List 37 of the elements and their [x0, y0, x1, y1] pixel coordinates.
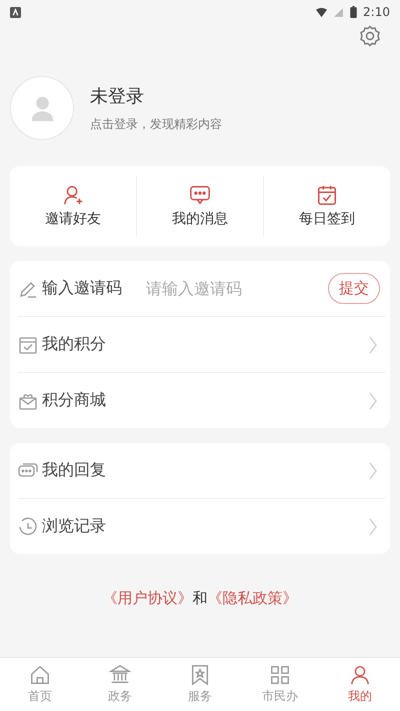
person-icon — [349, 664, 371, 686]
calendar-check-icon — [316, 184, 338, 206]
chevron-right-icon[interactable] — [368, 460, 378, 480]
menu-item[interactable]: 积分商城 — [42, 390, 106, 411]
add-user-icon — [62, 184, 84, 206]
settings-icon[interactable] — [358, 24, 382, 48]
invite-code-label: 输入邀请码 — [42, 278, 122, 299]
calendar-check-icon — [18, 334, 38, 354]
login-hint: 点击登录，发现精彩内容 — [90, 116, 222, 132]
agreement-joiner: 和 — [192, 589, 208, 608]
invite-code-field[interactable]: 请输入邀请码 — [144, 278, 298, 299]
chevron-right-icon[interactable] — [368, 516, 378, 536]
history-icon — [18, 516, 38, 536]
notification-icon — [10, 6, 21, 18]
menu-item[interactable]: 浏览记录 — [42, 516, 106, 537]
menu-item[interactable]: 我的积分 — [42, 334, 106, 355]
chevron-right-icon[interactable] — [368, 390, 378, 410]
bookmark-star-icon — [189, 664, 211, 686]
agreement-link[interactable]: 《隐私政策》 — [208, 589, 298, 608]
chevron-right-icon[interactable] — [368, 334, 378, 354]
chat-icon — [189, 184, 211, 206]
quick-action-button[interactable]: 我的消息 — [137, 184, 263, 228]
wifi-icon — [316, 6, 328, 18]
no-signal-icon — [333, 6, 344, 18]
bank-icon — [109, 664, 131, 686]
quick-action-button[interactable]: 每日签到 — [264, 184, 390, 228]
battery-icon — [350, 6, 358, 18]
home-icon — [29, 664, 51, 686]
quick-action-button[interactable]: 邀请好友 — [10, 184, 136, 228]
person-icon — [28, 94, 56, 122]
status-time: 2:10 — [363, 5, 390, 19]
grid-icon — [269, 664, 291, 686]
menu-item[interactable]: 我的回复 — [42, 460, 106, 481]
login-status[interactable]: 未登录 — [90, 84, 222, 108]
agreement-link[interactable]: 《用户协议》 — [102, 589, 192, 608]
submit-button[interactable]: 提交 — [328, 273, 380, 304]
tab[interactable]: 我的 — [320, 658, 400, 711]
